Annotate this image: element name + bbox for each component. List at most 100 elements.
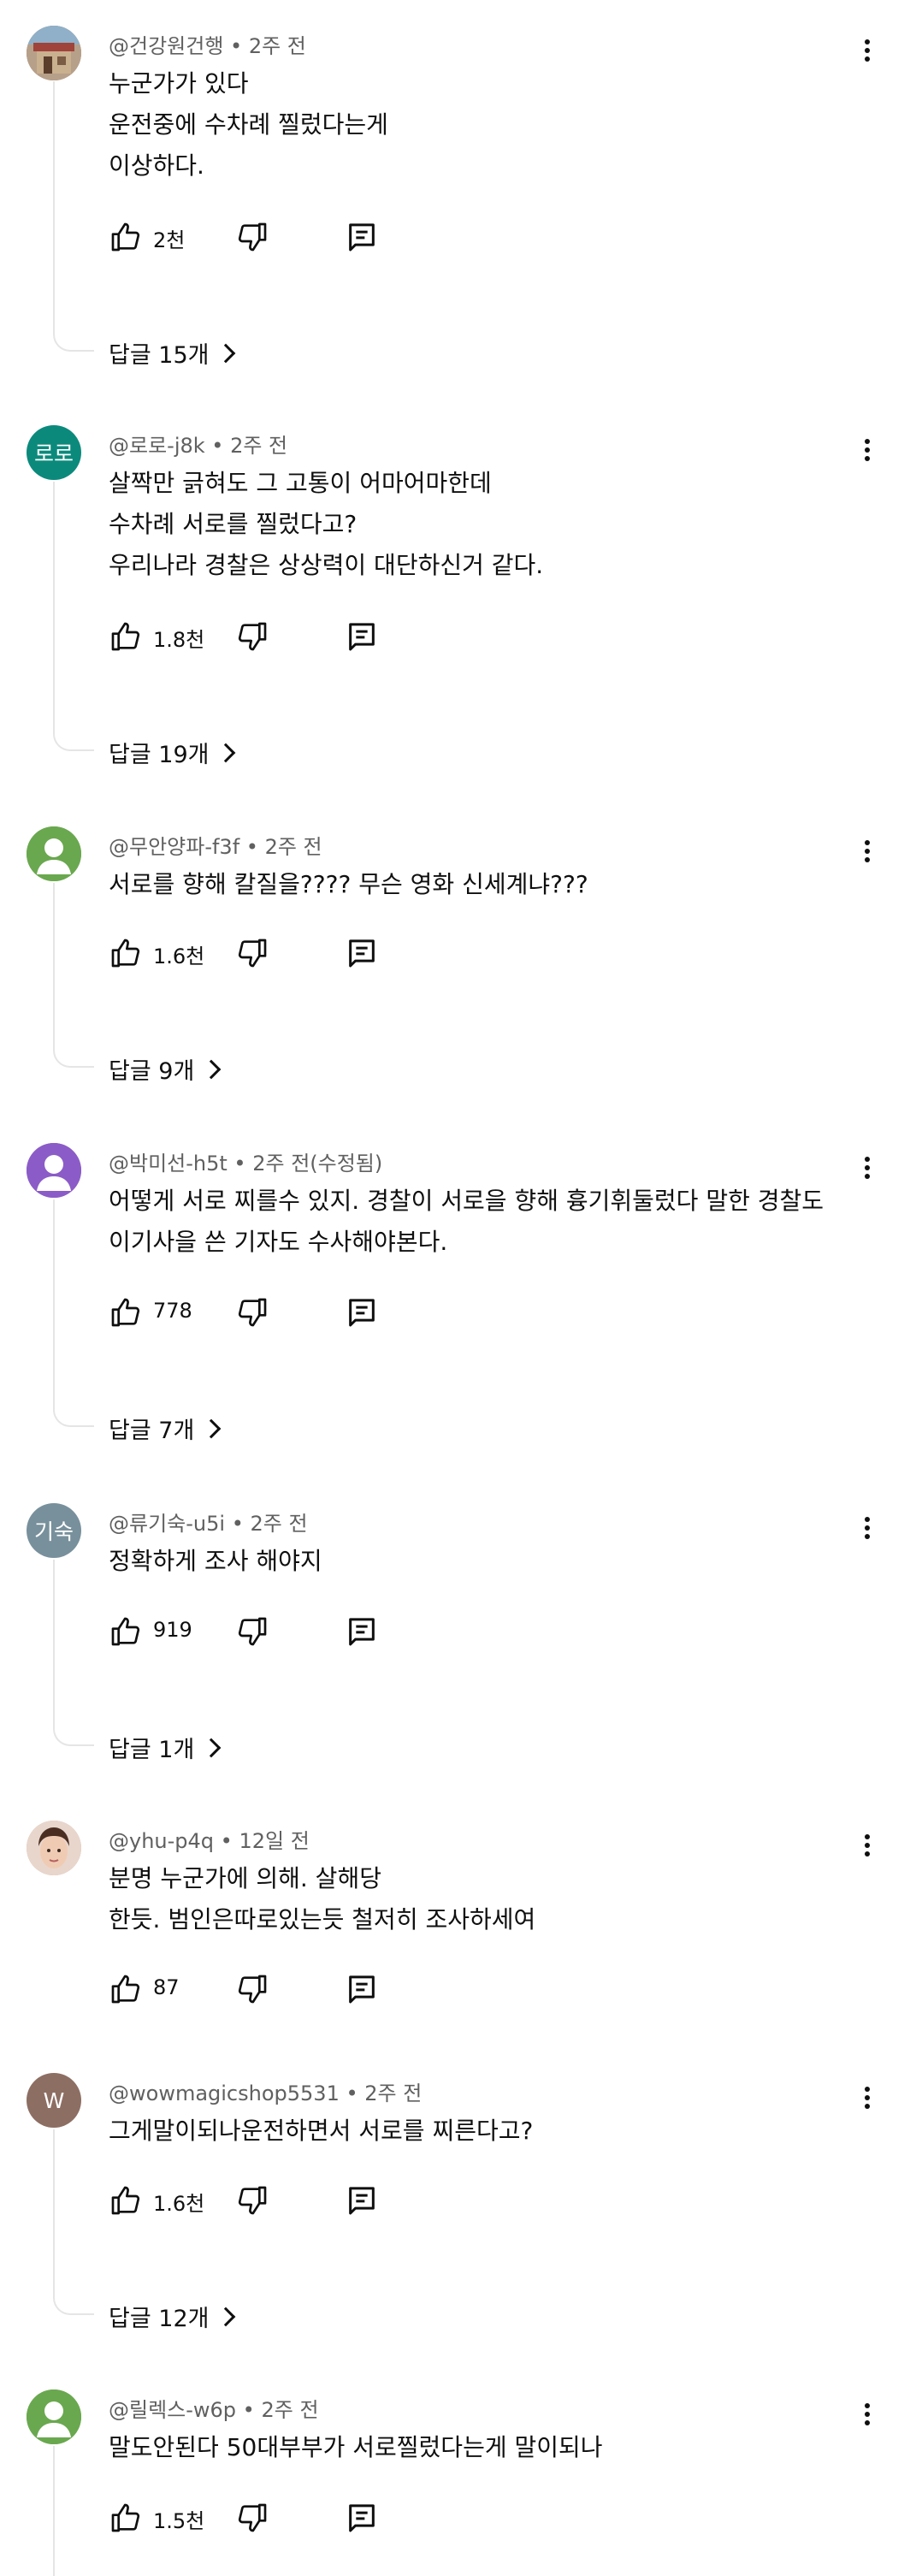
more-vert-icon[interactable] [855,2083,879,2117]
thread-line [53,1560,55,1727]
comment-meta: @로로-j8k • 2주 전 [109,429,287,459]
comment-text-line: 분명 누군가에 의해. 살해당 [109,1864,381,1892]
more-vert-icon[interactable] [855,1513,879,1548]
thumbs-up-icon[interactable] [109,220,143,254]
meta-separator: • [236,2398,262,2422]
thread-connector [53,2296,94,2315]
thumbs-up-icon[interactable] [109,936,143,970]
thread-line [53,2129,55,2296]
thumbs-down-icon[interactable] [235,619,269,654]
view-replies-button[interactable]: 답글 12개 [109,2300,236,2333]
thumbs-down-icon[interactable] [235,2501,269,2535]
thumbs-up-icon[interactable] [109,1295,143,1329]
comment-actions: 2천 [109,218,399,256]
author-handle[interactable]: @로로-j8k [109,434,205,458]
comment-time: 2주 전 [364,2082,423,2105]
comment-actions: 778 [109,1294,399,1331]
comment-text: 그게말이되나운전하면서 서로를 찌른다고? [109,2111,533,2152]
more-vert-icon[interactable] [855,435,879,470]
thumbs-down-icon[interactable] [235,2183,269,2218]
comment-text: 분명 누군가에 의해. 살해당 한듯. 범인은따로있는듯 철저히 조사하세여 [109,1858,535,1940]
author-handle[interactable]: @yhu-p4q [109,1829,214,1853]
meta-separator: • [239,835,265,859]
comment-meta: @무안양파-f3f • 2주 전 [109,830,322,860]
reply-comment-icon[interactable] [345,619,379,654]
comment-text-line: 어떻게 서로 찌를수 있지. 경찰이 서로을 향해 흉기휘둘렀다 말한 경찰도 [109,1187,824,1215]
like-count: 778 [153,1299,192,1323]
replies-label: 답글 7개 [109,1418,195,1444]
more-vert-icon[interactable] [855,1831,879,1865]
avatar[interactable] [27,2389,81,2444]
thumbs-up-icon[interactable] [109,619,143,654]
view-replies-button[interactable]: 답글 15개 [109,336,236,370]
chevron-right-icon [216,2307,236,2327]
avatar-initials: W [43,2087,65,2113]
chevron-right-icon [216,743,236,763]
reply-comment-icon[interactable] [345,936,379,970]
more-vert-icon[interactable] [855,1153,879,1187]
author-handle[interactable]: @무안양파-f3f [109,835,239,859]
comment-text: 살짝만 긁혀도 그 고통이 어마어마한데 수차례 서로를 찔렀다고? 우리나라 경찰… [109,463,543,586]
more-vert-icon[interactable] [855,837,879,871]
replies-label: 답글 19개 [109,742,210,768]
reply-comment-icon[interactable] [345,1972,379,2006]
comment-meta: @릴렉스-w6p • 2주 전 [109,2393,319,2423]
thumbs-down-icon[interactable] [235,936,269,970]
replies-label: 답글 9개 [109,1058,195,1085]
more-vert-icon[interactable] [855,2400,879,2434]
meta-separator: • [225,1512,251,1536]
reply-comment-icon[interactable] [345,1614,379,1649]
view-replies-button[interactable]: 답글 9개 [109,1052,222,1086]
author-handle[interactable]: @건강원건행 [109,34,223,58]
avatar[interactable] [27,1821,81,1875]
avatar[interactable]: 기숙 [27,1503,81,1558]
author-handle[interactable]: @릴렉스-w6p [109,2398,236,2422]
avatar[interactable]: W [27,2073,81,2128]
comment-time: 2주 전(수정됨) [252,1152,383,1175]
view-replies-button[interactable]: 답글 1개 [109,1731,222,1764]
comment-meta: @yhu-p4q • 12일 전 [109,1824,310,1854]
replies-label: 답글 12개 [109,2306,210,2332]
meta-separator: • [214,1829,239,1853]
thumbs-up-icon[interactable] [109,1614,143,1649]
comment-time: 2주 전 [264,835,322,859]
comment-text-line: 정확하게 조사 해야지 [109,1547,322,1575]
author-handle[interactable]: @류기숙-u5i [109,1512,225,1536]
meta-separator: • [204,434,231,458]
like-count: 87 [153,1975,180,1999]
view-replies-button[interactable]: 답글 19개 [109,736,236,769]
thumbs-down-icon[interactable] [235,220,269,254]
view-replies-button[interactable]: 답글 7개 [109,1412,222,1445]
thread-line [53,482,55,732]
comment-text: 서로를 향해 칼질을???? 무슨 영화 신세계냐??? [109,864,588,905]
author-handle[interactable]: @wowmagicshop5531 [109,2082,340,2105]
avatar[interactable] [27,826,81,881]
thumbs-up-icon[interactable] [109,2183,143,2218]
thumbs-down-icon[interactable] [235,1295,269,1329]
meta-separator: • [223,34,249,58]
thumbs-down-icon[interactable] [235,1614,269,1649]
reply-comment-icon[interactable] [345,220,379,254]
author-handle[interactable]: @박미선-h5t [109,1152,228,1175]
comment-text-line: 그게말이되나운전하면서 서로를 찌른다고? [109,2117,534,2145]
thread-connector [53,732,94,751]
reply-comment-icon[interactable] [345,2501,379,2535]
avatar[interactable]: 로로 [27,425,81,480]
chevron-right-icon [216,343,236,364]
comment-text: 정확하게 조사 해야지 [109,1541,322,1582]
comment-time: 2주 전 [250,1512,308,1536]
comment-text-line: 이기사을 쓴 기자도 수사해야본다. [109,1228,448,1256]
comment-actions: 1.6천 [109,2182,399,2219]
thumbs-down-icon[interactable] [235,1972,269,2006]
thumbs-up-icon[interactable] [109,2501,143,2535]
avatar[interactable] [27,1143,81,1198]
more-vert-icon[interactable] [855,36,879,70]
avatar[interactable] [27,26,81,80]
replies-label: 답글 15개 [109,342,210,369]
reply-comment-icon[interactable] [345,2183,379,2218]
like-count: 2천 [153,228,186,252]
meta-separator: • [339,2082,365,2105]
thumbs-up-icon[interactable] [109,1972,143,2006]
reply-comment-icon[interactable] [345,1295,379,1329]
comment-text-line: 수차례 서로를 찔렀다고? [109,510,358,538]
